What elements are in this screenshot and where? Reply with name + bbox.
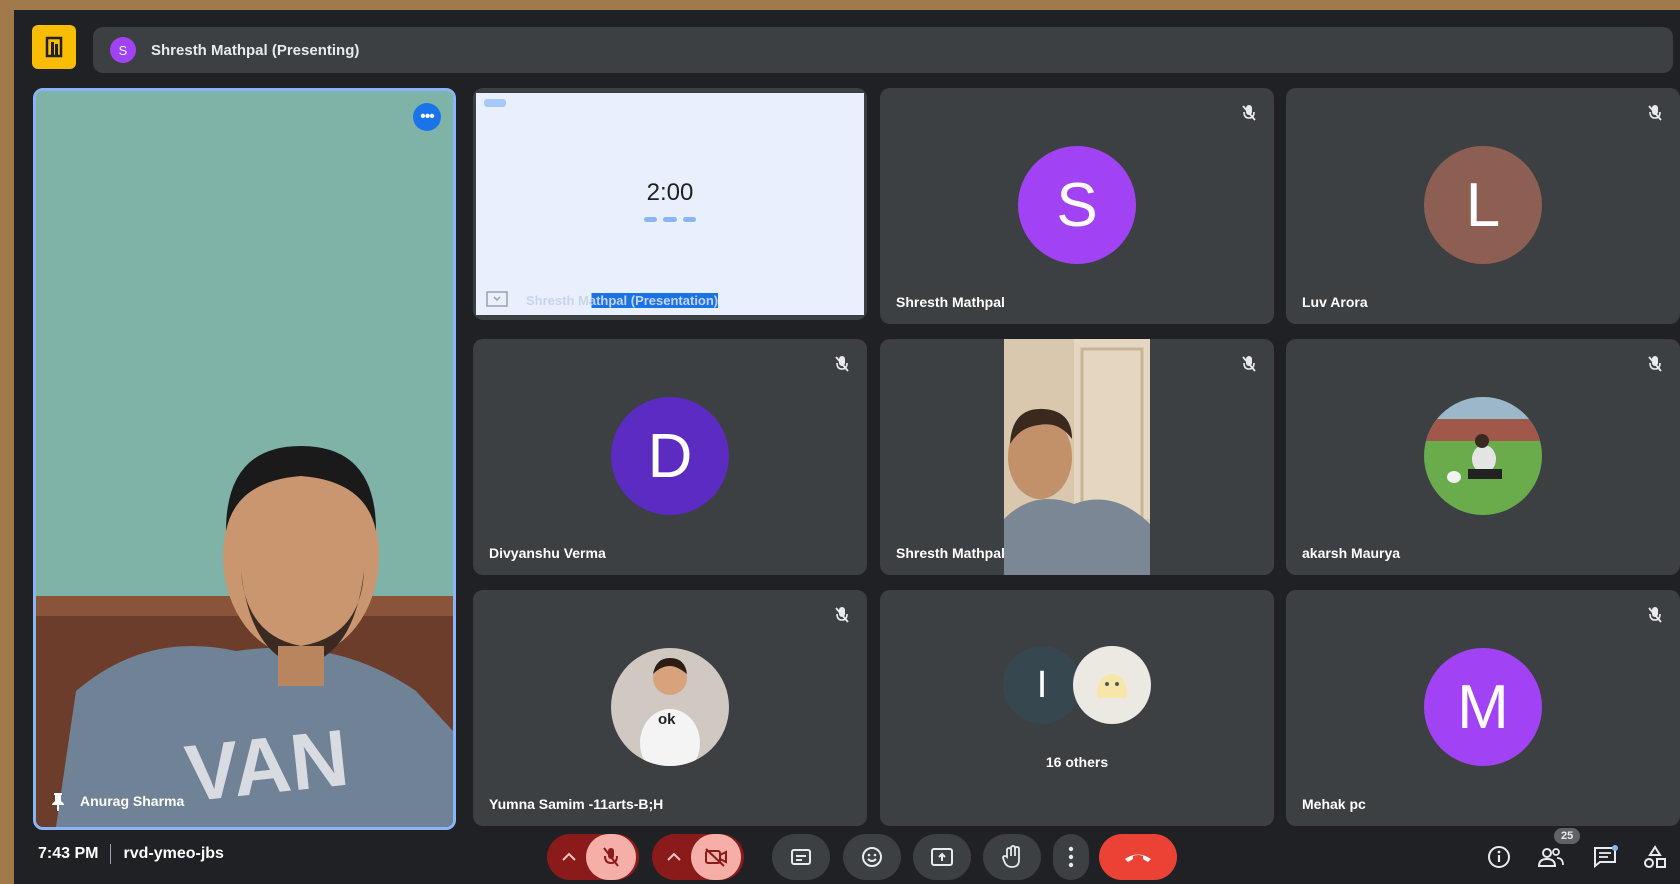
meet-window: S Shresth Mathpal (Presenting) VAN ••• A… bbox=[14, 10, 1680, 884]
participant-name: akarsh Maurya bbox=[1302, 545, 1401, 561]
participant-name: Luv Arora bbox=[1302, 294, 1368, 310]
pinned-participant-tile[interactable]: VAN ••• Anurag Sharma bbox=[33, 88, 456, 830]
svg-text:VAN: VAN bbox=[181, 713, 352, 819]
captions-button[interactable] bbox=[772, 834, 830, 880]
present-now-button[interactable] bbox=[913, 834, 971, 880]
mic-off-button[interactable] bbox=[586, 834, 636, 880]
captions-icon bbox=[791, 849, 811, 865]
participant-label: Anurag Sharma bbox=[50, 791, 184, 811]
leave-call-button[interactable] bbox=[1099, 834, 1177, 880]
raise-hand-button[interactable] bbox=[983, 834, 1041, 880]
participant-tile[interactable]: ok Yumna Samim -11arts-B;H bbox=[473, 590, 867, 826]
participant-photo-avatar bbox=[1073, 646, 1151, 724]
people-icon bbox=[1537, 848, 1564, 867]
chat-button[interactable] bbox=[1590, 842, 1620, 872]
participant-avatar: D bbox=[611, 397, 729, 515]
participant-name: Divyanshu Verma bbox=[489, 545, 606, 561]
hand-icon bbox=[1002, 845, 1020, 868]
camera-off-button[interactable] bbox=[691, 834, 741, 880]
mic-off-icon bbox=[1642, 100, 1668, 126]
activities-icon bbox=[1644, 845, 1666, 868]
mic-off-icon bbox=[1642, 351, 1668, 377]
participant-name: Anurag Sharma bbox=[80, 793, 185, 809]
pin-icon[interactable] bbox=[50, 791, 66, 811]
participant-video bbox=[1004, 339, 1150, 575]
participant-name: Mehak pc bbox=[1302, 796, 1366, 812]
participant-tile[interactable]: D Divyanshu Verma bbox=[473, 339, 867, 575]
participant-avatar: L bbox=[1424, 146, 1542, 264]
participant-avatar: S bbox=[1018, 146, 1136, 264]
presentation-tile[interactable]: 2:00 Shresth Mathpal (Presentation) bbox=[473, 88, 867, 320]
timer-display: 2:00 bbox=[646, 179, 694, 206]
mic-off-icon bbox=[829, 351, 855, 377]
shared-screen: 2:00 Shresth Mathpal (Presentation) bbox=[476, 93, 864, 315]
present-screen-icon bbox=[486, 291, 508, 307]
end-call-icon bbox=[1125, 854, 1151, 862]
participant-photo-avatar: ok bbox=[611, 648, 729, 766]
present-screen-icon bbox=[931, 848, 953, 866]
chat-icon bbox=[1594, 845, 1618, 869]
clock-time: 7:43 PM bbox=[38, 845, 99, 862]
presenter-avatar: S bbox=[110, 37, 136, 63]
mic-off-icon bbox=[1642, 602, 1668, 628]
presentation-caption-row: Shresth Mathpal (Presentation) bbox=[486, 291, 719, 309]
reactions-button[interactable] bbox=[843, 834, 901, 880]
tab-icon bbox=[484, 99, 506, 107]
mic-off-icon bbox=[829, 602, 855, 628]
meeting-details-button[interactable] bbox=[1484, 842, 1514, 872]
participant-tile[interactable]: M Mehak pc bbox=[1286, 590, 1680, 826]
activities-button[interactable] bbox=[1640, 842, 1670, 872]
participant-video: VAN bbox=[36, 91, 453, 827]
participant-photo-avatar bbox=[1424, 397, 1542, 515]
participant-name: Shresth Mathpal bbox=[896, 294, 1005, 310]
chevron-up-icon[interactable] bbox=[665, 851, 683, 863]
presentation-caption: Shresth Mathpal (Presentation) bbox=[526, 292, 719, 308]
participant-tile[interactable]: S Shresth Mathpal bbox=[880, 88, 1274, 324]
timer-controls bbox=[644, 217, 696, 222]
camera-off-icon bbox=[705, 848, 727, 867]
info-icon bbox=[1488, 846, 1510, 868]
presenting-label: Shresth Mathpal (Presenting) bbox=[151, 41, 360, 59]
participant-avatar: I bbox=[1003, 646, 1081, 724]
others-tile[interactable]: I 16 others bbox=[880, 590, 1274, 826]
emoji-icon bbox=[862, 847, 882, 867]
participant-avatar: M bbox=[1424, 648, 1542, 766]
participants-count-badge: 25 bbox=[1554, 828, 1581, 844]
more-options-button[interactable]: ••• bbox=[413, 103, 441, 131]
presenting-banner[interactable]: S Shresth Mathpal (Presenting) bbox=[93, 27, 1673, 73]
leave-room-icon[interactable] bbox=[32, 25, 76, 69]
more-options-button[interactable] bbox=[1053, 834, 1089, 880]
mic-off-icon bbox=[603, 847, 619, 867]
participants-button[interactable] bbox=[1536, 842, 1566, 872]
participant-tile[interactable]: akarsh Maurya bbox=[1286, 339, 1680, 575]
camera-control[interactable] bbox=[652, 834, 744, 880]
meeting-code: rvd-ymeo-jbs bbox=[123, 845, 224, 862]
chevron-up-icon[interactable] bbox=[560, 851, 578, 863]
svg-text:ok: ok bbox=[658, 711, 676, 728]
more-vert-icon bbox=[1068, 846, 1074, 868]
microphone-control[interactable] bbox=[547, 834, 639, 880]
others-count-label: 16 others bbox=[1045, 754, 1109, 770]
participant-name: Yumna Samim -11arts-B;H bbox=[489, 796, 664, 812]
participant-tile[interactable]: Shresth Mathpal bbox=[880, 339, 1274, 575]
divider bbox=[110, 844, 112, 864]
participant-tile[interactable]: L Luv Arora bbox=[1286, 88, 1680, 324]
participant-name: Shresth Mathpal bbox=[896, 545, 1005, 561]
meeting-info: 7:43 PM rvd-ymeo-jbs bbox=[38, 844, 224, 864]
mic-off-icon bbox=[1236, 351, 1262, 377]
mic-off-icon bbox=[1236, 100, 1262, 126]
